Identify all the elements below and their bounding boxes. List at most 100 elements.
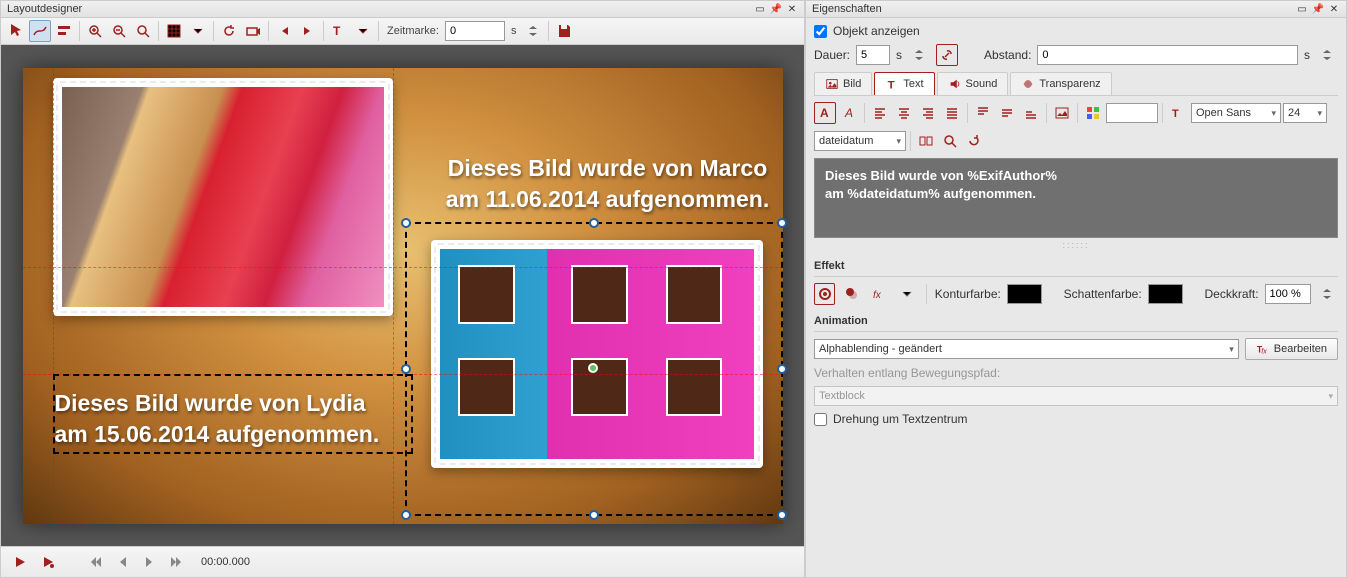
section-effekt: Effekt xyxy=(814,256,1338,277)
dropdown-icon[interactable] xyxy=(896,283,917,305)
selection-text2[interactable] xyxy=(53,374,413,454)
first-frame-icon[interactable] xyxy=(83,551,105,573)
animation-select[interactable]: Alphablending - geändert xyxy=(814,339,1239,359)
save-icon[interactable] xyxy=(553,20,575,42)
window-min-icon[interactable]: ▭ xyxy=(754,3,766,15)
svg-text:A: A xyxy=(844,106,853,120)
link-icon[interactable] xyxy=(936,44,958,66)
svg-text:T: T xyxy=(1172,108,1179,120)
zeitmarke-input[interactable] xyxy=(445,21,505,41)
panel-title: Eigenschaften xyxy=(812,3,882,15)
slide-canvas[interactable]: Dieses Bild wurde von Marco am 11.06.201… xyxy=(23,68,783,524)
stepper-icon[interactable] xyxy=(908,44,930,66)
align-right-icon[interactable] xyxy=(917,102,939,124)
last-frame-icon[interactable] xyxy=(167,551,189,573)
zeitmarke-unit: s xyxy=(507,25,521,37)
variable-select[interactable]: dateidatum xyxy=(814,131,906,151)
text-format-toolbar: A A T Open Sans 24 xyxy=(814,102,1338,124)
svg-text:A: A xyxy=(820,106,829,120)
valign-bottom-icon[interactable] xyxy=(1020,102,1042,124)
layout-designer-panel: Layoutdesigner ▭ 📌 ✕ T Zeitmarke: s xyxy=(0,0,805,578)
stepper-icon[interactable] xyxy=(1316,44,1338,66)
resize-grip[interactable]: :::::: xyxy=(814,240,1338,250)
panel-header: Layoutdesigner ▭ 📌 ✕ xyxy=(1,1,804,18)
dauer-input[interactable] xyxy=(856,45,890,65)
tab-text[interactable]: TText xyxy=(874,72,934,95)
grid-menu-icon[interactable] xyxy=(187,20,209,42)
window-pin-icon[interactable]: 📌 xyxy=(770,3,782,15)
align-tool-icon[interactable] xyxy=(53,20,75,42)
dauer-unit: s xyxy=(896,48,902,62)
kontur-label: Konturfarbe: xyxy=(935,287,1001,301)
zoom-icon[interactable] xyxy=(939,130,961,152)
align-center-icon[interactable] xyxy=(893,102,915,124)
color-swatch[interactable] xyxy=(1106,103,1158,123)
bold-icon[interactable]: A xyxy=(814,102,836,124)
next-frame-icon[interactable] xyxy=(139,551,161,573)
valign-top-icon[interactable] xyxy=(972,102,994,124)
align-left-icon[interactable] xyxy=(869,102,891,124)
keyframe-prev-icon[interactable] xyxy=(273,20,295,42)
rotate-left-icon[interactable] xyxy=(218,20,240,42)
insert-var-icon[interactable] xyxy=(915,130,937,152)
svg-text:T: T xyxy=(333,24,341,38)
camera-icon[interactable] xyxy=(242,20,264,42)
window-close-icon[interactable]: ✕ xyxy=(1328,3,1340,15)
pfad-select: Textblock xyxy=(814,386,1338,406)
abstand-unit: s xyxy=(1304,48,1310,62)
show-object-checkbox[interactable] xyxy=(814,25,827,38)
stepper-icon[interactable] xyxy=(522,20,544,42)
path-tool-icon[interactable] xyxy=(29,20,51,42)
refresh-icon[interactable] xyxy=(963,130,985,152)
drehung-checkbox[interactable] xyxy=(814,413,827,426)
canvas-area[interactable]: Dieses Bild wurde von Marco am 11.06.201… xyxy=(1,45,804,546)
italic-icon[interactable]: A xyxy=(838,102,860,124)
zoom-out-icon[interactable] xyxy=(108,20,130,42)
bearbeiten-button[interactable]: Tfx Bearbeiten xyxy=(1245,338,1338,360)
font-icon[interactable]: T xyxy=(1167,102,1189,124)
image-insert-icon[interactable] xyxy=(1051,102,1073,124)
deckkraft-input[interactable] xyxy=(1265,284,1311,304)
text-content-area[interactable]: Dieses Bild wurde von %ExifAuthor% am %d… xyxy=(814,158,1338,238)
play-from-icon[interactable] xyxy=(37,551,59,573)
deckkraft-label: Deckkraft: xyxy=(1205,287,1259,301)
tab-transparenz[interactable]: Transparenz xyxy=(1010,72,1111,95)
window-pin-icon[interactable]: 📌 xyxy=(1312,3,1324,15)
play-icon[interactable] xyxy=(9,551,31,573)
window-close-icon[interactable]: ✕ xyxy=(786,3,798,15)
show-object-label: Objekt anzeigen xyxy=(833,24,920,38)
tab-bild[interactable]: Bild xyxy=(814,72,872,95)
photo-frame-1[interactable] xyxy=(53,78,393,316)
valign-middle-icon[interactable] xyxy=(996,102,1018,124)
dropdown-icon[interactable] xyxy=(352,20,374,42)
window-min-icon[interactable]: ▭ xyxy=(1296,3,1308,15)
text-edit-icon[interactable]: T xyxy=(328,20,350,42)
zoom-in-icon[interactable] xyxy=(84,20,106,42)
schatten-color[interactable] xyxy=(1148,284,1183,304)
selection-main[interactable] xyxy=(405,222,783,516)
svg-text:fx: fx xyxy=(1261,348,1267,355)
tab-sound[interactable]: Sound xyxy=(937,72,1009,95)
svg-text:T: T xyxy=(888,79,895,91)
zoom-fit-icon[interactable] xyxy=(132,20,154,42)
effect-shadow-icon[interactable] xyxy=(841,283,862,305)
grid-icon[interactable] xyxy=(163,20,185,42)
pointer-tool-icon[interactable] xyxy=(5,20,27,42)
effect-none-icon[interactable] xyxy=(814,283,835,305)
prev-frame-icon[interactable] xyxy=(111,551,133,573)
color-picker-icon[interactable] xyxy=(1082,102,1104,124)
font-select[interactable]: Open Sans xyxy=(1191,103,1281,123)
pfad-label: Verhalten entlang Bewegungspfad: xyxy=(814,366,1000,380)
dauer-label: Dauer: xyxy=(814,48,850,62)
keyframe-next-icon[interactable] xyxy=(297,20,319,42)
effect-fx-icon[interactable]: fx xyxy=(869,283,890,305)
designer-toolbar: T Zeitmarke: s xyxy=(1,18,804,45)
align-justify-icon[interactable] xyxy=(941,102,963,124)
canvas-text-1[interactable]: Dieses Bild wurde von Marco am 11.06.201… xyxy=(438,153,778,215)
drehung-label: Drehung um Textzentrum xyxy=(833,412,968,426)
stepper-icon[interactable] xyxy=(1317,283,1338,305)
abstand-input[interactable] xyxy=(1037,45,1298,65)
schatten-label: Schattenfarbe: xyxy=(1064,287,1142,301)
fontsize-select[interactable]: 24 xyxy=(1283,103,1327,123)
kontur-color[interactable] xyxy=(1007,284,1042,304)
